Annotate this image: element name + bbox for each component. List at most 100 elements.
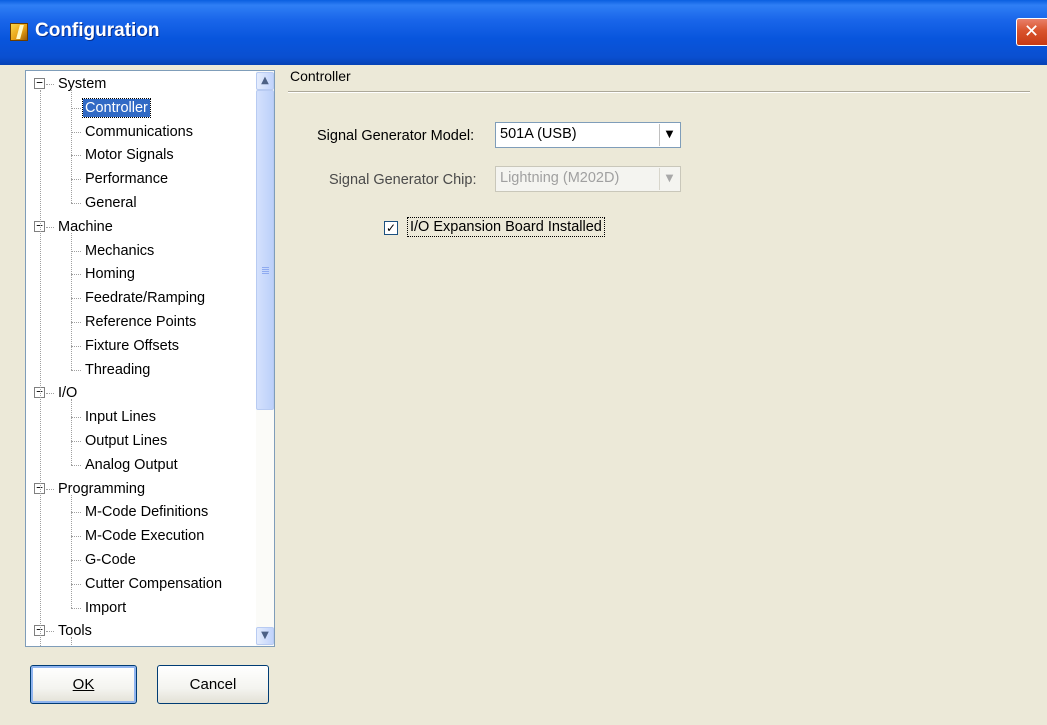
tree-connector [46,393,54,395]
tree-item-label: System [58,76,107,92]
tree-item-label: Controller [82,97,151,118]
tree-connector [71,274,81,276]
tree-connector [71,345,81,347]
tree-item-label: Reference Points [85,314,197,330]
section-divider [288,91,1030,93]
collapse-icon[interactable]: − [34,77,45,89]
tree-item-import[interactable]: Import [83,596,128,620]
tree-connector [71,232,72,370]
tree-item-label: Performance [85,171,169,188]
tree-group-tools[interactable]: Tools [56,619,94,643]
tree-connector [71,322,81,323]
tree-item-label: Cutter Compensation [85,575,223,592]
chevron-down-icon: ▼ [659,168,679,190]
tree-item-performance[interactable]: Performance [83,167,170,191]
tree-item-g-code[interactable]: G-Code [83,548,138,572]
io-expansion-checkbox[interactable]: ✓ [384,221,398,235]
configuration-window: Configuration ✕ System − Controller Communi… [0,0,1047,725]
tree-group-system[interactable]: System [56,72,108,96]
scroll-down-button[interactable]: ▼ [256,627,274,645]
tree-item-label: Import [85,599,127,616]
tree-item-input-lines[interactable]: Input Lines [83,405,158,429]
tree-connector [71,464,81,466]
section-title: Controller [290,68,351,84]
tree-item-label: Motor Signals [85,147,174,164]
tree-item-label: Machine [58,218,113,235]
tree-connector [71,583,81,585]
cancel-button[interactable]: Cancel [157,665,269,704]
tree-item-m-code-execution[interactable]: M-Code Execution [83,524,206,548]
tree-item-cutter-compensation[interactable]: Cutter Compensation [83,572,224,596]
tree-connector [71,512,81,514]
tree-item-homing[interactable]: Homing [83,262,137,286]
tree-item-communications[interactable]: Communications [83,120,195,144]
tree-connector [71,369,81,371]
tree-item-label: Feedrate/Ramping [85,290,206,307]
tree-item-feedrate-ramping[interactable]: Feedrate/Ramping [83,286,207,310]
tree-item-label: Tools [58,623,92,640]
tree-connector [71,107,81,109]
tree-connector [71,441,81,442]
ok-button-label: OK [72,676,95,693]
tree-item-output-lines[interactable]: Output Lines [83,429,169,453]
io-expansion-label[interactable]: I/O Expansion Board Installed [407,217,605,237]
scroll-grip-icon [262,267,269,275]
tree-connector [40,90,41,646]
tree-group-i-o[interactable]: I/O [56,381,79,405]
tree-item-label: Threading [85,361,151,378]
tree-connector [71,179,81,181]
tree-item-label: M-Code Definitions [85,504,209,521]
close-button[interactable]: ✕ [1016,18,1047,46]
tree-connector [71,399,72,465]
tree-item-fixture-offsets[interactable]: Fixture Offsets [83,334,181,358]
config-tree: System − Controller Communications Motor Sig… [25,70,275,647]
signal-generator-chip-select: Lightning (M202D) ▼ [495,166,681,192]
tree-connector [71,417,81,419]
tree-item-label: Output Lines [85,433,168,449]
tree-item-analog-output[interactable]: Analog Output [83,453,180,477]
tree-item-motor-signals[interactable]: Motor Signals [83,143,176,167]
ok-button[interactable]: OK [30,665,137,704]
signal-generator-model-select[interactable]: 501A (USB) ▼ [495,122,681,148]
window-title: Configuration [35,20,160,41]
scroll-thumb[interactable] [256,90,274,410]
tree-item-threading[interactable]: Threading [83,358,152,382]
tree-connector [71,298,81,300]
tree-connector [71,155,81,157]
tree-connector [71,90,72,203]
tree-connector [71,250,81,252]
app-icon [10,23,28,41]
scroll-up-button[interactable]: ▲ [256,72,274,90]
tree-item-label: Mechanics [85,242,155,259]
tree-connector [71,536,81,538]
signal-generator-chip-value: Lightning (M202D) [500,170,620,186]
tree-group-machine[interactable]: Machine [56,215,115,239]
tree-item-label: Input Lines [85,409,156,426]
tree-connector [71,131,81,133]
tree-list: System − Controller Communications Motor Sig… [26,71,256,646]
tree-scrollbar[interactable]: ▲ ▼ [256,71,274,646]
tree-group-programming[interactable]: Programming [56,477,147,501]
tree-item-label: Analog Output [85,456,178,473]
tree-connector [46,488,54,490]
tree-item-label: General [85,195,137,211]
title-bar[interactable]: Configuration ✕ [0,0,1047,65]
signal-generator-model-label: Signal Generator Model: [317,128,475,144]
signal-generator-model-value: 501A (USB) [500,126,577,142]
tree-item-label: I/O [58,385,78,402]
tree-connector [46,84,54,85]
tree-connector [71,494,72,608]
tree-item-m-code-definitions[interactable]: M-Code Definitions [83,500,210,524]
tree-connector [71,637,72,646]
tree-item-general[interactable]: General [83,191,139,215]
tree-item-controller[interactable]: Controller [82,96,151,120]
tree-item-reference-points[interactable]: Reference Points [83,310,198,334]
tree-connector [71,203,81,204]
tree-item-label: Fixture Offsets [85,337,180,354]
chevron-down-icon[interactable]: ▼ [659,124,679,146]
tree-connector [46,631,54,633]
tree-item-label: G-Code [85,552,136,568]
tree-connector [46,226,54,228]
tree-item-mechanics[interactable]: Mechanics [83,239,156,263]
tree-item-label: Programming [58,480,146,497]
